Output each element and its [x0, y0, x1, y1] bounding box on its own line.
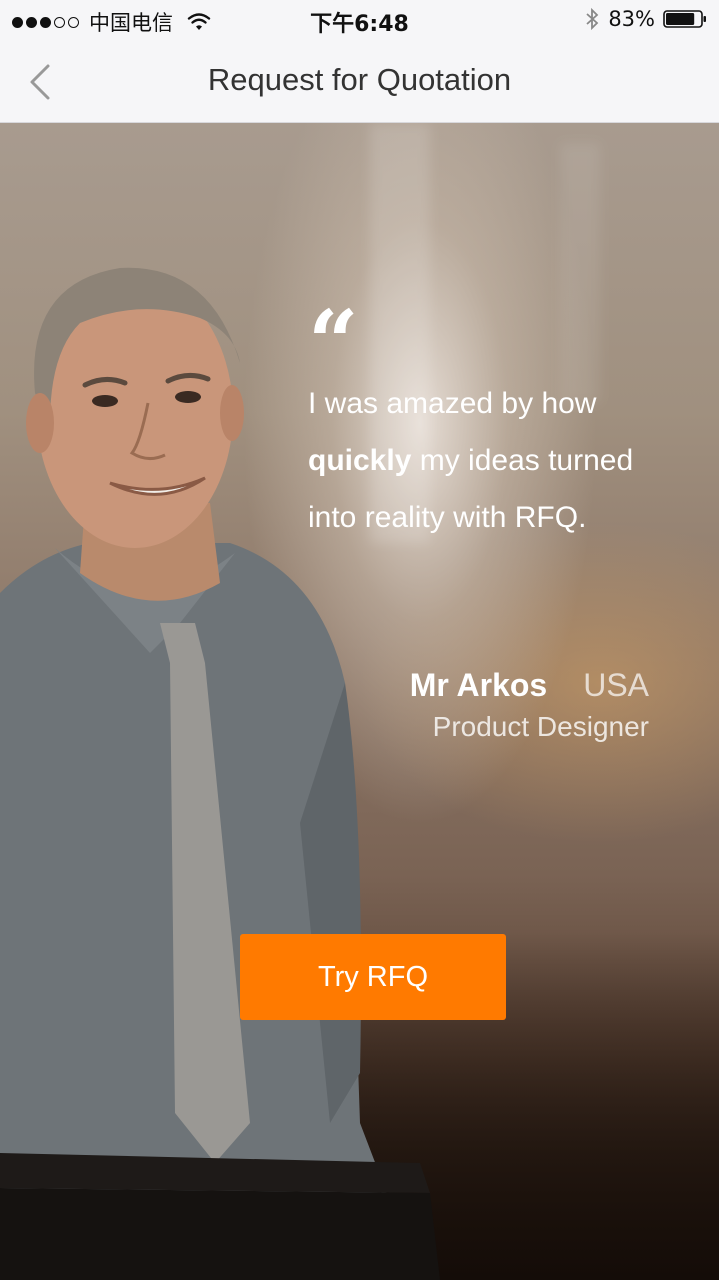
author-line: Mr Arkos USA — [410, 667, 649, 704]
battery-icon — [663, 10, 706, 28]
author-name: Mr Arkos — [409, 667, 548, 703]
quote-line: into reality with RFQ. — [308, 501, 587, 534]
testimonial-quote: I was amazed by how quickly my ideas tur… — [308, 375, 688, 546]
author-country: USA — [583, 667, 649, 703]
try-rfq-button[interactable]: Try RFQ — [240, 934, 506, 1020]
page-title: Request for Quotation — [207, 62, 512, 97]
navigation-bar: Request for Quotation — [0, 40, 719, 123]
status-right: 83% — [584, 7, 707, 31]
quote-line: I was amazed by how — [308, 387, 597, 420]
battery-percent: 83% — [608, 7, 655, 31]
bluetooth-icon — [586, 7, 599, 31]
author-role: Product Designer — [432, 711, 649, 742]
status-bar: 中国电信 下午6:48 83% — [0, 0, 719, 40]
quote-emphasis: quickly — [308, 444, 412, 477]
quote-mark-icon: “ — [308, 290, 359, 394]
testimonial-hero: “ I was amazed by how quickly my ideas t… — [0, 123, 719, 1280]
quote-line: my ideas turned — [411, 444, 634, 477]
